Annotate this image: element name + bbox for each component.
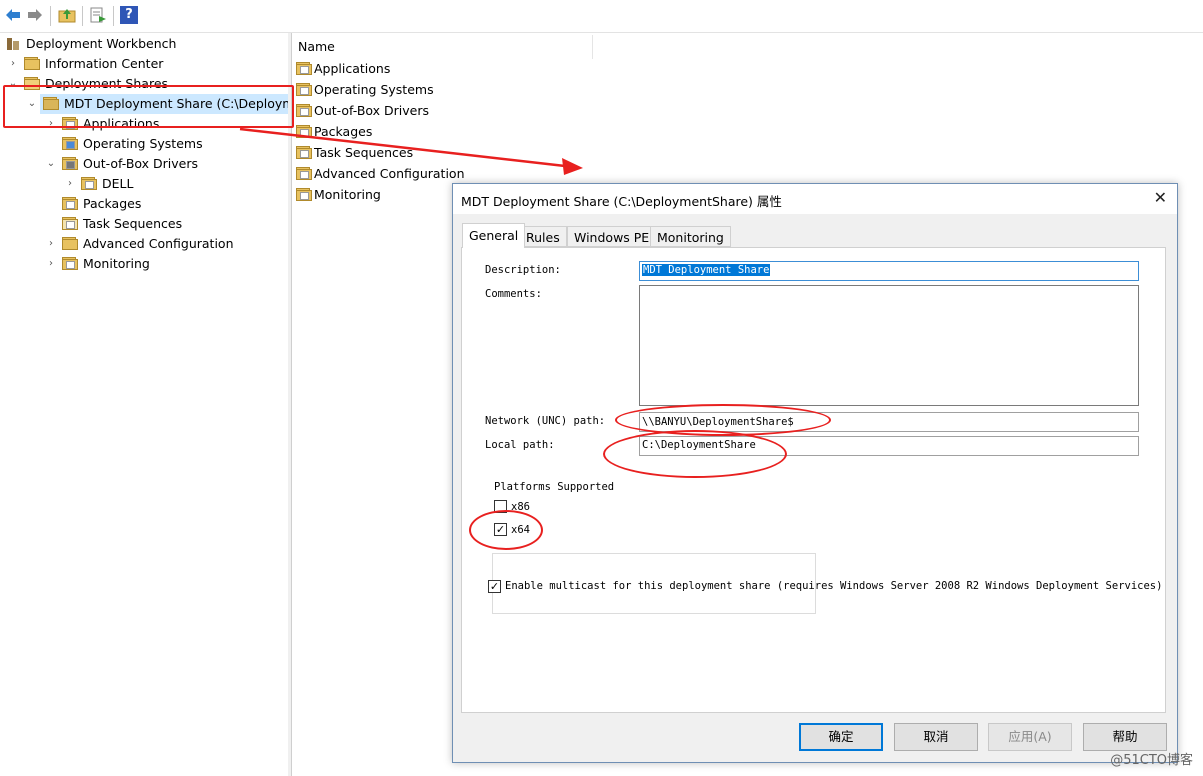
dialog-title-bar[interactable]: MDT Deployment Share (C:\DeploymentShare… xyxy=(453,184,1177,214)
chevron-right-icon[interactable]: › xyxy=(8,54,18,74)
list-item-label: Out-of-Box Drivers xyxy=(314,103,430,118)
close-icon[interactable]: ✕ xyxy=(1154,188,1167,207)
tree-label: Task Sequences xyxy=(83,216,183,231)
tree-label: Packages xyxy=(83,196,142,211)
list-item-label: Applications xyxy=(314,61,391,76)
multicast-checkbox[interactable]: ✓ xyxy=(488,580,501,593)
chevron-right-icon[interactable]: › xyxy=(46,234,56,254)
task-sequence-icon xyxy=(62,217,78,230)
description-value: MDT Deployment Share xyxy=(642,264,771,276)
folder-icon xyxy=(62,237,78,250)
unc-path-label: Network (UNC) path: xyxy=(485,415,606,427)
list-item-label: Operating Systems xyxy=(314,82,434,97)
tab-rules[interactable]: Rules xyxy=(519,226,567,247)
description-field[interactable]: MDT Deployment Share xyxy=(639,261,1139,281)
folder-icon xyxy=(296,62,312,75)
list-item-label: Packages xyxy=(314,124,373,139)
annotation-ellipse xyxy=(469,510,543,550)
tree-label: Monitoring xyxy=(83,256,150,271)
packages-folder-icon xyxy=(62,197,78,210)
chevron-right-icon[interactable]: › xyxy=(46,254,56,274)
column-header-label: Name xyxy=(298,39,335,54)
folder-icon xyxy=(24,57,40,70)
back-arrow-icon[interactable] xyxy=(4,6,22,24)
ok-button[interactable]: 确定 xyxy=(799,723,883,751)
chevron-down-icon[interactable]: ⌄ xyxy=(46,154,56,174)
tree-label: Operating Systems xyxy=(83,136,203,151)
folder-icon xyxy=(296,146,312,159)
list-item-label: Monitoring xyxy=(314,187,381,202)
comments-field[interactable] xyxy=(639,285,1139,406)
up-folder-icon[interactable] xyxy=(58,6,76,24)
folder-icon xyxy=(296,83,312,96)
toolbar-separator xyxy=(113,6,114,26)
toolbar-separator xyxy=(82,6,83,26)
help-icon[interactable]: ? xyxy=(120,6,138,24)
general-tab-panel: Description: MDT Deployment Share Commen… xyxy=(461,247,1166,713)
folder-icon xyxy=(81,177,97,190)
dialog-title: MDT Deployment Share (C:\DeploymentShare… xyxy=(461,194,782,209)
forward-arrow-icon[interactable] xyxy=(26,6,44,24)
description-label: Description: xyxy=(485,264,561,276)
folder-icon xyxy=(296,125,312,138)
workbench-icon xyxy=(7,38,19,50)
list-item-label: Advanced Configuration xyxy=(314,166,465,181)
column-header-name[interactable]: Name xyxy=(292,35,593,59)
toolbar-separator xyxy=(50,6,51,26)
watermark: @51CTO博客 xyxy=(1110,753,1193,768)
cancel-button[interactable]: 取消 xyxy=(894,723,978,751)
folder-icon xyxy=(296,167,312,180)
apply-button[interactable]: 应用(A) xyxy=(988,723,1072,751)
local-path-label: Local path: xyxy=(485,439,555,451)
tree-label: Information Center xyxy=(45,56,164,71)
toolbar: ? xyxy=(0,0,1203,33)
properties-dialog: MDT Deployment Share (C:\DeploymentShare… xyxy=(452,183,1178,763)
tab-general[interactable]: General xyxy=(462,223,526,248)
comments-label: Comments: xyxy=(485,288,542,300)
annotation-ellipse xyxy=(603,430,787,478)
os-folder-icon xyxy=(62,137,78,150)
drivers-folder-icon xyxy=(62,157,78,170)
list-item-label: Task Sequences xyxy=(314,145,414,160)
tree-label: Out-of-Box Drivers xyxy=(83,156,199,171)
annotation-box xyxy=(3,85,294,128)
help-button[interactable]: 帮助 xyxy=(1083,723,1167,751)
folder-icon xyxy=(296,188,312,201)
folder-icon xyxy=(296,104,312,117)
monitoring-folder-icon xyxy=(62,257,78,270)
chevron-right-icon[interactable]: › xyxy=(65,174,75,194)
tree-label: Deployment Workbench xyxy=(26,36,177,51)
multicast-label: Enable multicast for this deployment sha… xyxy=(505,580,1163,592)
tree-label: DELL xyxy=(102,176,134,191)
tab-windows-pe[interactable]: Windows PE xyxy=(567,226,657,247)
platforms-label: Platforms Supported xyxy=(492,481,617,493)
tab-monitoring[interactable]: Monitoring xyxy=(650,226,731,247)
tree-label: Advanced Configuration xyxy=(83,236,234,251)
export-list-icon[interactable] xyxy=(89,6,107,24)
